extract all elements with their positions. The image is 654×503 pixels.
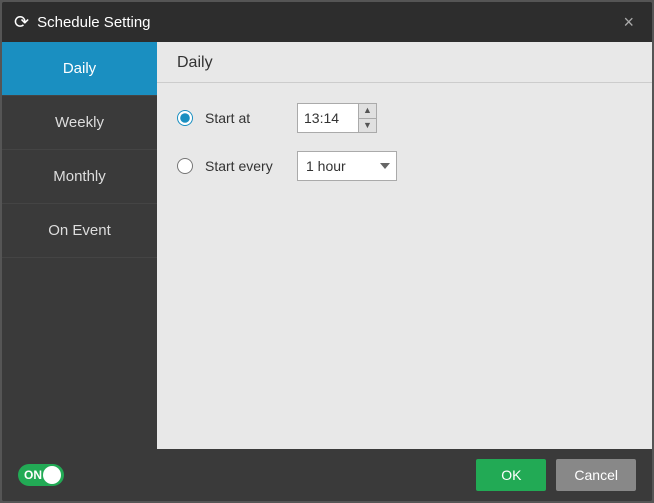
main-panel: Daily Start at ▲ ▼ <box>157 42 652 449</box>
sidebar-item-monthly[interactable]: Monthly <box>2 150 157 204</box>
interval-select[interactable]: 1 hour 2 hours 4 hours 6 hours 12 hours <box>297 151 397 181</box>
sidebar-item-weekly[interactable]: Weekly <box>2 96 157 150</box>
start-every-row: Start every 1 hour 2 hours 4 hours 6 hou… <box>177 151 632 181</box>
cancel-button[interactable]: Cancel <box>556 459 636 491</box>
time-up-button[interactable]: ▲ <box>359 104 376 119</box>
sidebar: Daily Weekly Monthly On Event <box>2 42 157 449</box>
start-at-radio[interactable] <box>177 110 193 126</box>
panel-body: Start at ▲ ▼ Start every 1 hour <box>157 83 652 201</box>
panel-title: Daily <box>157 42 652 83</box>
action-buttons: OK Cancel <box>476 459 636 491</box>
toggle-thumb <box>43 466 61 484</box>
time-input[interactable] <box>298 104 358 132</box>
time-input-wrapper: ▲ ▼ <box>297 103 377 133</box>
close-button[interactable]: × <box>617 11 640 33</box>
title-bar: ⟳ Schedule Setting × <box>2 2 652 42</box>
start-at-row: Start at ▲ ▼ <box>177 103 632 133</box>
sidebar-item-daily[interactable]: Daily <box>2 42 157 96</box>
schedule-icon: ⟳ <box>14 12 29 33</box>
toggle-track[interactable]: ON <box>18 464 64 486</box>
schedule-setting-dialog: ⟳ Schedule Setting × Daily Weekly Monthl… <box>0 0 654 503</box>
content-area: Daily Weekly Monthly On Event Daily Star… <box>2 42 652 449</box>
spin-buttons: ▲ ▼ <box>358 104 376 132</box>
ok-button[interactable]: OK <box>476 459 546 491</box>
toggle-wrapper[interactable]: ON <box>18 464 64 486</box>
start-at-label: Start at <box>205 110 285 126</box>
toggle-label: ON <box>24 468 42 482</box>
start-every-radio[interactable] <box>177 158 193 174</box>
sidebar-item-on-event[interactable]: On Event <box>2 204 157 258</box>
start-every-label: Start every <box>205 158 285 174</box>
title-bar-left: ⟳ Schedule Setting <box>14 12 151 33</box>
bottom-bar: ON OK Cancel <box>2 449 652 501</box>
time-down-button[interactable]: ▼ <box>359 119 376 133</box>
dialog-title: Schedule Setting <box>37 14 150 31</box>
